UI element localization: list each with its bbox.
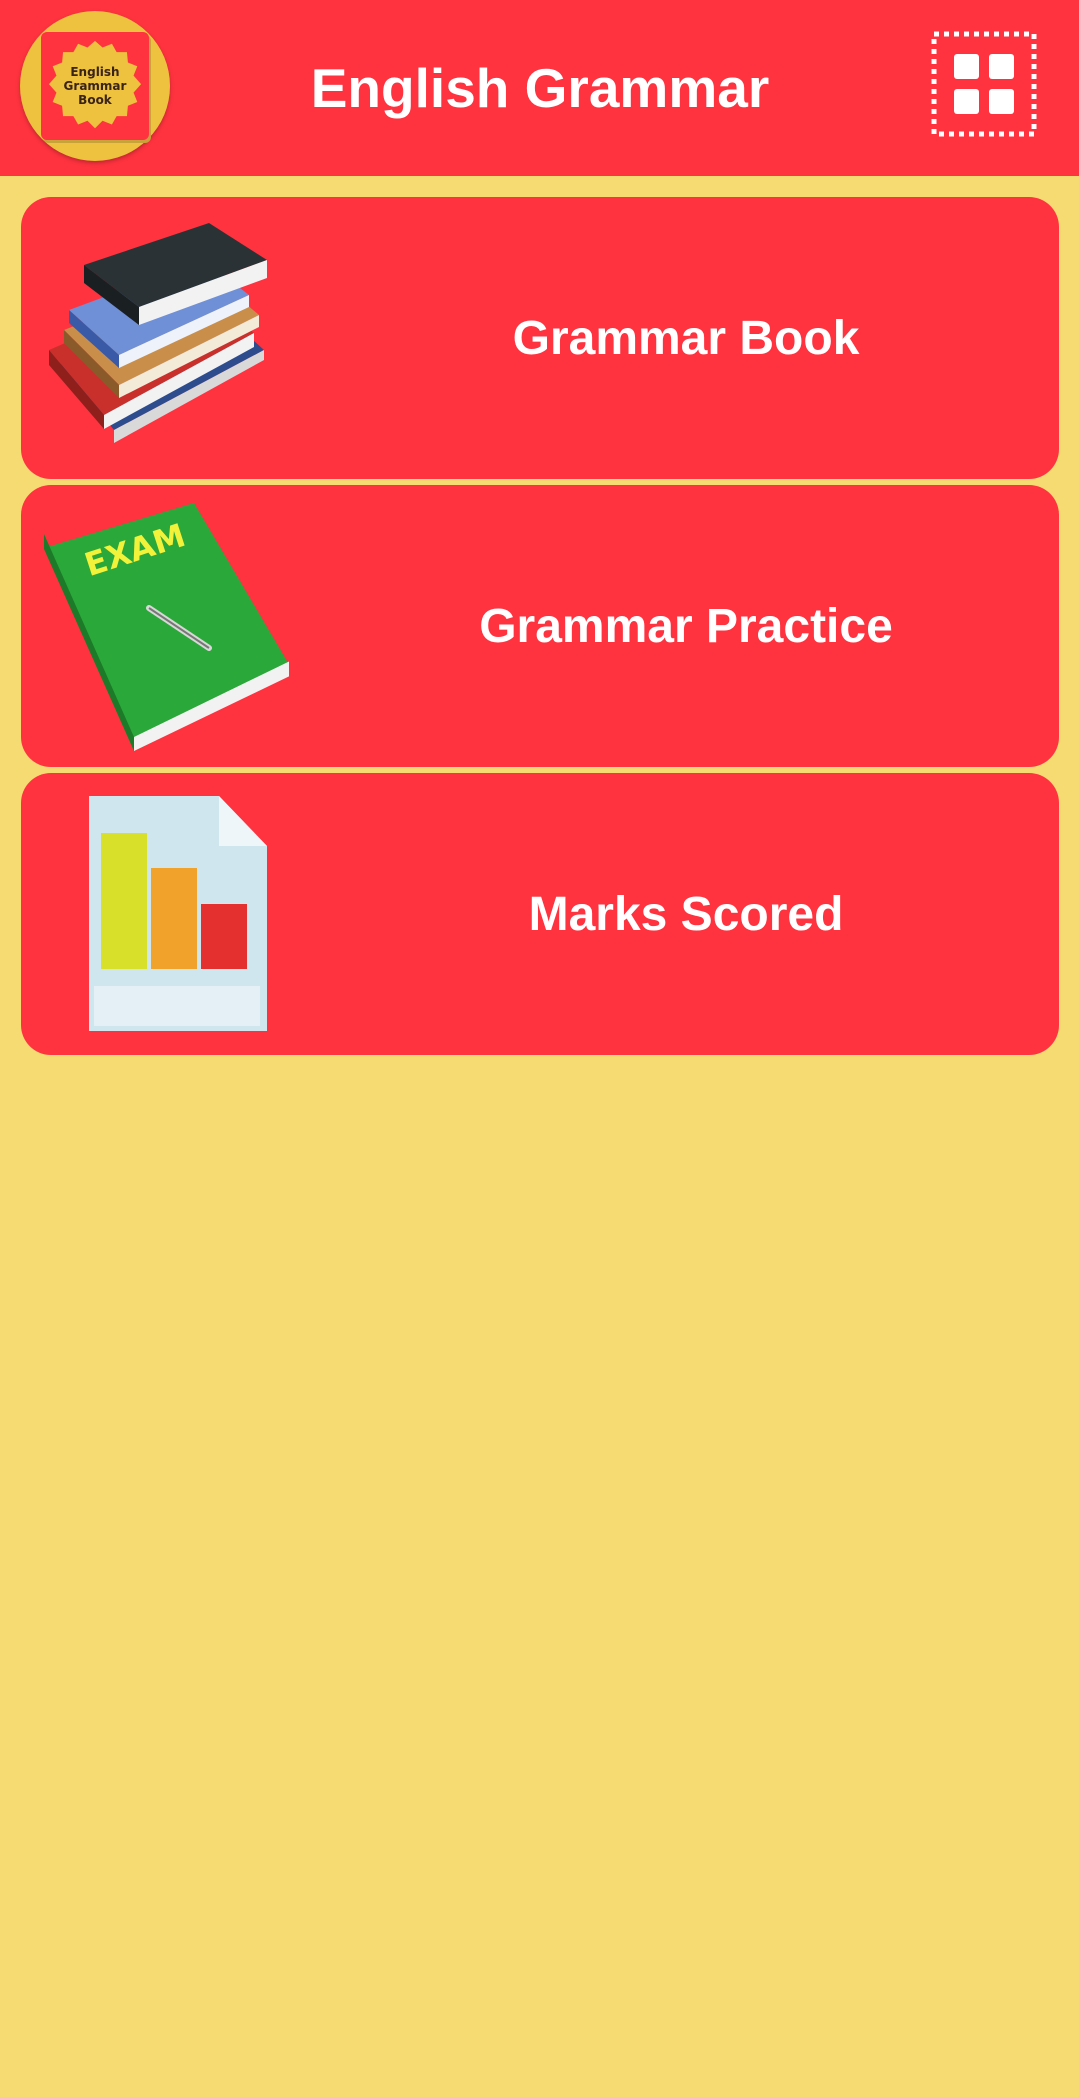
bar-chart-report-icon <box>89 796 267 1031</box>
grid-menu-icon[interactable] <box>930 30 1038 138</box>
books-stack-icon <box>49 223 267 443</box>
app-header: English Grammar Book English Grammar <box>0 0 1079 176</box>
app-logo: English Grammar Book <box>20 11 170 161</box>
grammar-practice-card[interactable]: EXAM Grammar Practice <box>21 485 1059 767</box>
grammar-practice-label: Grammar Practice <box>479 599 893 653</box>
exam-book-icon: EXAM <box>44 503 289 751</box>
grammar-book-card[interactable]: Grammar Book <box>21 197 1059 479</box>
marks-scored-label: Marks Scored <box>528 887 844 941</box>
grammar-book-label: Grammar Book <box>512 311 860 365</box>
logo-text: English Grammar Book <box>63 65 127 107</box>
logo-badge: English Grammar Book <box>41 32 149 140</box>
marks-scored-card[interactable]: Marks Scored <box>21 773 1059 1055</box>
page-title: English Grammar <box>310 57 770 119</box>
